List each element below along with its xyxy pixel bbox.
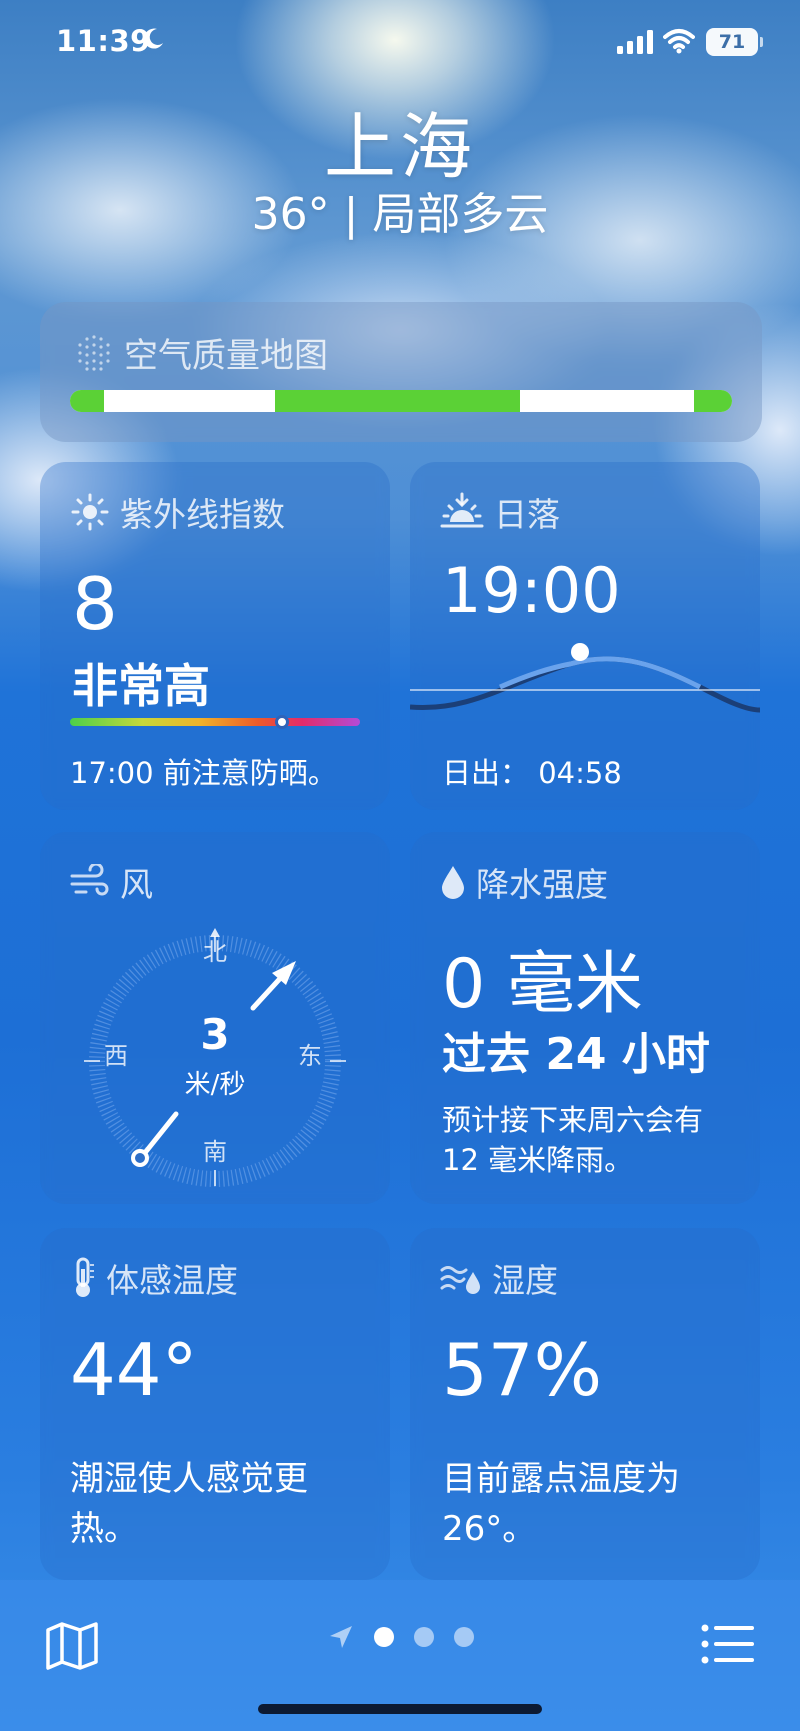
humidity-value: 57% xyxy=(442,1328,603,1412)
uv-value: 8 xyxy=(72,562,118,646)
sun-icon xyxy=(71,493,109,531)
uv-level: 非常高 xyxy=(72,659,210,713)
thermometer-icon xyxy=(76,1257,94,1297)
cellular-signal-icon xyxy=(617,30,653,54)
wind-title: 风 xyxy=(70,858,153,906)
wind-label: 风 xyxy=(120,865,153,904)
compass-north: 北 xyxy=(203,938,227,966)
weather-summary: 36° | 局部多云 xyxy=(251,189,549,240)
page-dot-2[interactable] xyxy=(414,1627,434,1647)
humidity-note: 目前露点温度为 26°。 xyxy=(442,1459,680,1549)
sunset-time: 19:00 xyxy=(442,554,621,627)
air-quality-icon xyxy=(78,334,110,371)
precipitation-title: 降水强度 xyxy=(440,858,608,906)
air-quality-title: 空气质量地图 xyxy=(74,328,328,377)
precipitation-note: 预计接下来周六会有 12 毫米降雨。 xyxy=(442,1103,704,1177)
wifi-icon xyxy=(663,29,695,54)
compass-south: 南 xyxy=(203,1138,227,1166)
sunset-title: 日落 xyxy=(440,488,560,536)
wind-icon xyxy=(70,864,109,896)
uv-label: 紫外线指数 xyxy=(120,495,285,534)
air-quality-label: 空气质量地图 xyxy=(124,336,328,376)
air-quality-map-strip xyxy=(70,390,732,412)
uv-scale-bar xyxy=(70,718,360,726)
map-icon[interactable] xyxy=(44,1620,100,1670)
sunset-card[interactable]: 日落 19:00 日出： 04:58 xyxy=(410,462,760,810)
uv-scale-marker xyxy=(274,715,289,729)
status-bar: 11:39 71 xyxy=(0,0,800,90)
list-icon[interactable] xyxy=(700,1622,756,1666)
page-dot-3[interactable] xyxy=(454,1627,474,1647)
precipitation-period: 过去 24 小时 xyxy=(442,1029,710,1080)
raindrop-icon xyxy=(442,866,464,899)
location-arrow-icon[interactable] xyxy=(328,1624,354,1650)
humidity-card[interactable]: 湿度 57% 目前露点温度为 26°。 xyxy=(410,1228,760,1580)
precipitation-label: 降水强度 xyxy=(476,865,608,904)
sunset-label: 日落 xyxy=(494,495,560,534)
humidity-title: 湿度 xyxy=(440,1254,558,1302)
humidity-icon xyxy=(440,1266,480,1294)
humidity-label: 湿度 xyxy=(492,1261,558,1300)
uv-note: 17:00 前注意防晒。 xyxy=(70,756,337,790)
feels-like-note: 潮湿使人感觉更热。 xyxy=(70,1459,308,1549)
bottom-toolbar xyxy=(0,1580,800,1731)
precipitation-amount: 0 毫米 xyxy=(442,945,643,1024)
page-indicator[interactable] xyxy=(328,1624,474,1650)
uv-index-card[interactable]: 紫外线指数 8 非常高 17:00 前注意防晒。 xyxy=(40,462,390,810)
wind-speed: 3 xyxy=(200,1010,230,1059)
moon-icon xyxy=(144,28,163,49)
home-indicator[interactable] xyxy=(258,1704,542,1714)
battery-indicator: 71 xyxy=(706,28,763,56)
page-dot-1[interactable] xyxy=(374,1627,394,1647)
sunrise-time: 日出： 04:58 xyxy=(442,756,622,790)
wind-card[interactable]: 风 北 南 东 西 3 米/秒 xyxy=(40,832,390,1204)
feels-like-card[interactable]: 体感温度 44° 潮湿使人感觉更热。 xyxy=(40,1228,390,1580)
feels-like-value: 44° xyxy=(70,1328,198,1412)
wind-unit: 米/秒 xyxy=(184,1070,246,1100)
sunset-icon xyxy=(440,492,484,528)
feels-like-label: 体感温度 xyxy=(106,1261,238,1300)
uv-title: 紫外线指数 xyxy=(70,488,285,536)
air-quality-card[interactable]: 空气质量地图 xyxy=(40,302,762,442)
precipitation-card[interactable]: 降水强度 0 毫米 过去 24 小时 预计接下来周六会有 12 毫米降雨。 xyxy=(410,832,760,1204)
sun-path-chart xyxy=(410,643,760,713)
status-time: 11:39 xyxy=(56,24,151,58)
feels-like-title: 体感温度 xyxy=(70,1254,238,1302)
